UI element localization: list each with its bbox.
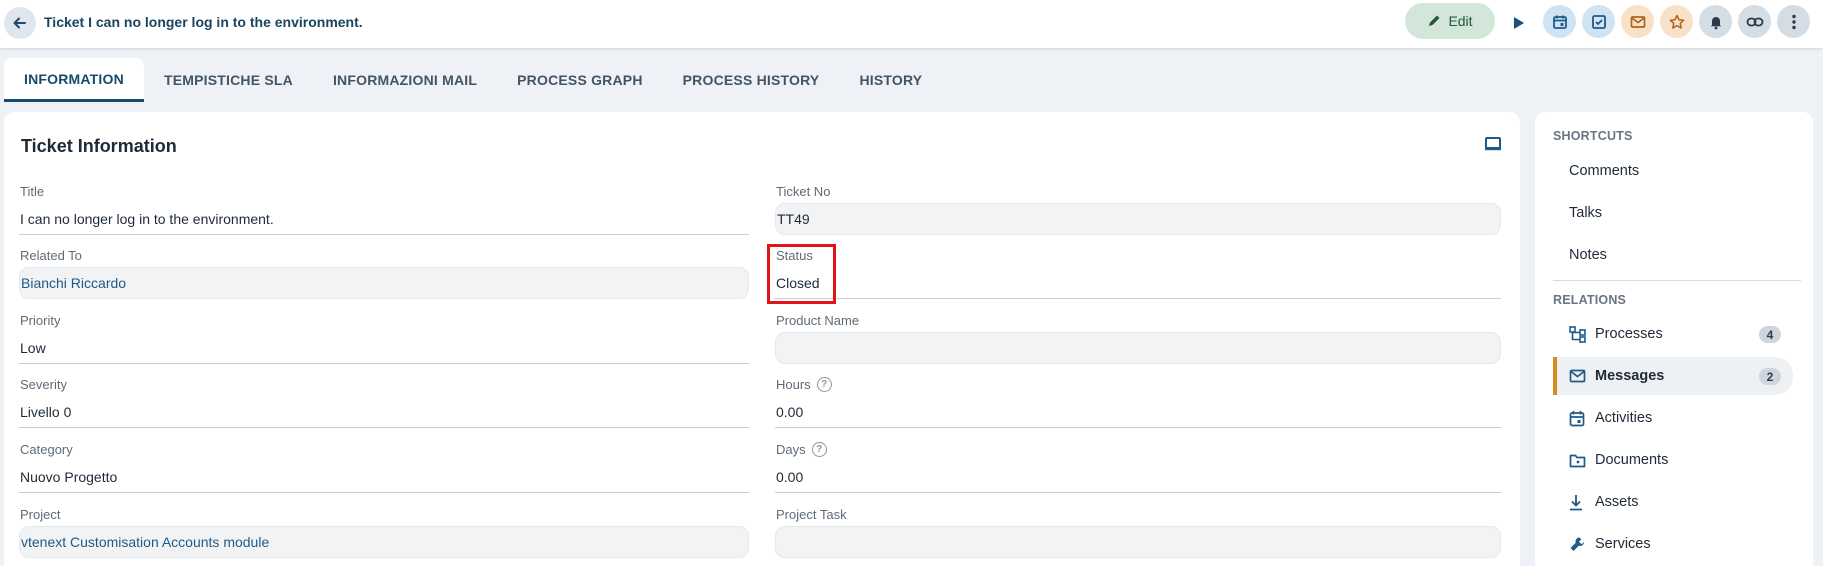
edit-button-label: Edit [1448, 13, 1473, 29]
calendar-icon[interactable] [1543, 5, 1576, 38]
field-label: Priority [20, 313, 61, 328]
star-icon[interactable] [1660, 5, 1693, 38]
relation-activities[interactable]: Activities [1553, 399, 1793, 437]
tab-tempistiche-sla[interactable]: TEMPISTICHE SLA [144, 58, 313, 102]
ticket-no-value[interactable]: TT49 [775, 203, 1501, 235]
field-label: Title [20, 184, 45, 199]
shortcut-notes[interactable]: Notes [1569, 247, 1607, 263]
help-icon[interactable]: ? [816, 377, 832, 392]
field-label: Days [776, 442, 806, 457]
relations-heading: RELATIONS [1553, 293, 1627, 307]
field-label: Hours [776, 377, 811, 392]
relation-messages[interactable]: Messages 2 [1553, 357, 1793, 395]
more-vertical-icon[interactable] [1777, 5, 1810, 38]
mail-icon[interactable] [1621, 5, 1654, 38]
mail-icon [1569, 369, 1587, 383]
folder-icon [1569, 453, 1587, 468]
download-icon [1569, 494, 1587, 511]
tab-history[interactable]: HISTORY [839, 58, 942, 102]
ticket-information-card: Ticket Information Title I can no longer… [4, 112, 1520, 566]
field-label: Ticket No [776, 184, 831, 199]
header-bar: Ticket I can no longer log in to the env… [0, 0, 1823, 48]
shortcuts-heading: SHORTCUTS [1553, 129, 1633, 143]
relation-services[interactable]: Services [1553, 525, 1793, 563]
relation-documents[interactable]: Documents [1553, 441, 1793, 479]
count-badge: 2 [1759, 368, 1781, 385]
relation-label: Services [1595, 536, 1651, 552]
task-check-icon[interactable] [1582, 5, 1615, 38]
wrench-icon [1569, 536, 1587, 553]
calendar-icon [1569, 410, 1587, 427]
bell-icon[interactable] [1699, 5, 1732, 38]
shortcut-comments[interactable]: Comments [1569, 163, 1639, 179]
relation-label: Documents [1595, 452, 1669, 468]
process-icon [1569, 325, 1587, 343]
field-label: Related To [20, 248, 82, 263]
days-value[interactable]: 0.00 [775, 461, 1501, 493]
relation-label: Activities [1595, 410, 1653, 426]
tab-information[interactable]: INFORMATION [4, 58, 144, 102]
tab-process-graph[interactable]: PROCESS GRAPH [497, 58, 663, 102]
field-label-wrapper: Days ? [776, 442, 827, 457]
relation-assets[interactable]: Assets [1553, 483, 1793, 521]
edit-button[interactable]: Edit [1405, 3, 1495, 39]
field-label: Category [20, 442, 73, 457]
relation-processes[interactable]: Processes 4 [1553, 315, 1793, 353]
field-label: Product Name [776, 313, 860, 328]
back-button[interactable] [4, 7, 36, 39]
shortcut-talks[interactable]: Talks [1569, 205, 1602, 221]
relation-label: Messages [1595, 368, 1665, 384]
priority-value[interactable]: Low [19, 332, 749, 364]
divider [1553, 280, 1801, 281]
help-icon[interactable]: ? [811, 442, 827, 457]
relation-label: Assets [1595, 494, 1639, 510]
severity-value[interactable]: Livello 0 [19, 396, 749, 428]
count-badge: 4 [1759, 326, 1781, 343]
pencil-icon [1429, 15, 1440, 26]
tab-process-history[interactable]: PROCESS HISTORY [663, 58, 840, 102]
tab-bar: INFORMATION TEMPISTICHE SLA INFORMAZIONI… [0, 58, 942, 102]
play-icon[interactable] [1506, 10, 1532, 36]
title-value[interactable]: I can no longer log in to the environmen… [19, 203, 749, 235]
arrow-left-icon [13, 17, 26, 29]
page-title: Ticket I can no longer log in to the env… [44, 14, 363, 30]
status-highlight-box [767, 244, 836, 304]
field-label: Severity [20, 377, 67, 392]
field-label: Project Task [776, 507, 847, 522]
tab-informazioni-mail[interactable]: INFORMAZIONI MAIL [313, 58, 497, 102]
relation-label: Processes [1595, 326, 1663, 342]
hours-value[interactable]: 0.00 [775, 396, 1501, 428]
card-title: Ticket Information [21, 136, 177, 156]
status-value[interactable]: Closed [775, 267, 1501, 299]
category-value[interactable]: Nuovo Progetto [19, 461, 749, 493]
project-link[interactable]: vtenext Customisation Accounts module [19, 526, 749, 558]
field-label-wrapper: Hours ? [776, 377, 832, 392]
product-name-value[interactable] [775, 332, 1501, 364]
link-icon[interactable] [1738, 5, 1771, 38]
laptop-icon[interactable] [1484, 136, 1502, 157]
right-sidebar: SHORTCUTS Comments Talks Notes RELATIONS… [1535, 112, 1813, 566]
field-label: Project [20, 507, 61, 522]
related-to-link[interactable]: Bianchi Riccardo [19, 267, 749, 299]
project-task-value[interactable] [775, 526, 1501, 558]
